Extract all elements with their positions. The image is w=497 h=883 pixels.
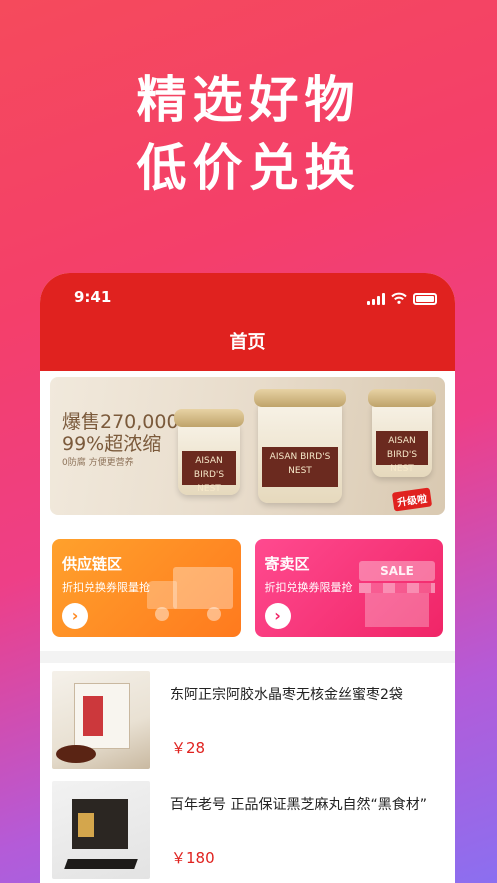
product-jar-image: AISAN BIRD'S NEST (174, 409, 244, 495)
page-title: 首页 (229, 332, 266, 353)
product-list: 东阿正宗阿胶水晶枣无核金丝蜜枣2袋 ￥28 百年老号 正品保证黑芝麻丸自然“黑食… (40, 663, 455, 883)
banner-headline-2: 99%超浓缩 (62, 433, 162, 455)
wifi-icon (391, 289, 407, 308)
signal-icon (367, 292, 385, 305)
upgrade-badge: 升级啦 (391, 487, 433, 512)
hero-line-2: 低价兑换 (136, 139, 361, 197)
status-icons (367, 289, 437, 308)
hero-line-1: 精选好物 (136, 71, 361, 129)
list-item[interactable]: 东阿正宗阿胶水晶枣无核金丝蜜枣2袋 ￥28 (40, 667, 455, 775)
zone-title: 寄卖区 (264, 555, 310, 573)
consignment-zone-card[interactable]: 寄卖区 折扣兑换券限量抢 › SALE (254, 539, 443, 637)
status-time: 9:41 (74, 288, 112, 306)
product-jar-image: AISAN BIRD'S NEST (254, 389, 346, 503)
product-title: 东阿正宗阿胶水晶枣无核金丝蜜枣2袋 (170, 687, 403, 703)
product-price: ￥28 (171, 739, 206, 757)
list-item[interactable]: 百年老号 正品保证黑芝麻丸自然“黑食材” ￥180 (40, 777, 455, 883)
app-header: 9:41 首页 (40, 273, 455, 371)
phone-mockup: 9:41 首页 爆售270,000瓶 99%超浓缩 0防腐 方便更营养 AISA… (40, 273, 455, 883)
zone-cards: 供应链区 折扣兑换券限量抢 › 寄卖区 折扣兑换券限量抢 › SALE (40, 525, 455, 651)
shop-icon: SALE (359, 561, 435, 627)
product-title: 百年老号 正品保证黑芝麻丸自然“黑食材” (170, 797, 427, 813)
chevron-right-icon[interactable]: › (264, 603, 291, 629)
truck-icon (146, 567, 233, 625)
product-jar-image: AISAN BIRD'S NEST (368, 389, 436, 477)
banner-tagline: 0防腐 方便更营养 (62, 458, 134, 468)
product-image (52, 781, 150, 879)
promo-banner[interactable]: 爆售270,000瓶 99%超浓缩 0防腐 方便更营养 AISAN BIRD'S… (50, 377, 445, 515)
zone-title: 供应链区 (62, 555, 123, 573)
hero-headline: 精选好物 低价兑换 (0, 66, 497, 202)
zone-subtitle: 折扣兑换券限量抢 (264, 581, 353, 594)
product-price: ￥180 (171, 849, 215, 867)
chevron-right-icon[interactable]: › (62, 603, 88, 629)
battery-icon (413, 292, 437, 305)
product-image (52, 671, 150, 769)
supply-chain-zone-card[interactable]: 供应链区 折扣兑换券限量抢 › (52, 539, 241, 637)
zone-subtitle: 折扣兑换券限量抢 (62, 581, 150, 594)
banner-section: 爆售270,000瓶 99%超浓缩 0防腐 方便更营养 AISAN BIRD'S… (40, 371, 455, 525)
